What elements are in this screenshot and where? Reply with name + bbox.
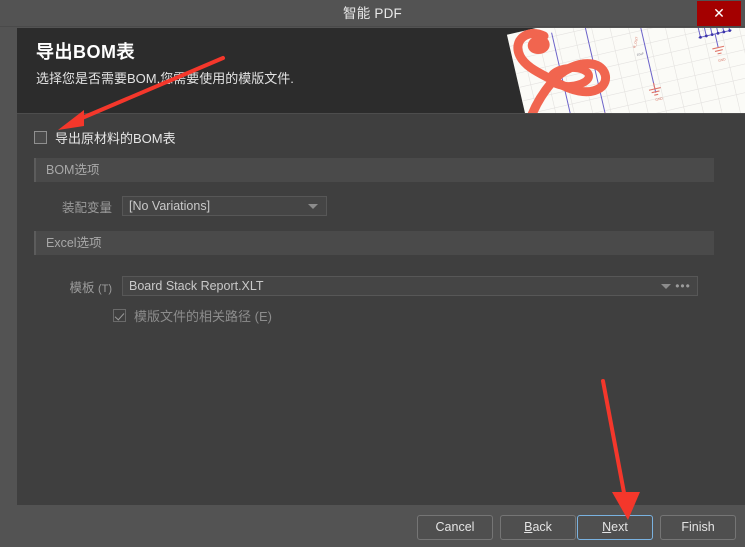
export-bom-checkbox-label: 导出原材料的BOM表 [55, 131, 176, 146]
template-field-label: 模板 (T) [34, 277, 112, 296]
variant-field-label: 装配变量 [61, 200, 112, 215]
checkbox-icon[interactable] [34, 131, 47, 144]
export-bom-checkbox[interactable]: 导出原材料的BOM表 [34, 128, 176, 147]
variant-combo-value: [No Variations] [129, 199, 211, 213]
dialog-footer: Cancel Back Next Finish [0, 505, 745, 547]
smart-pdf-dialog: 智能 PDF ✕ R_OUT GND GND 10uF 导出BOM表 选择您是否… [0, 0, 745, 547]
relative-path-checkbox-label-text: 模版文件的相关路径 [134, 309, 252, 324]
section-header-bom: BOM选项 [34, 158, 714, 182]
chevron-down-icon [308, 204, 318, 209]
template-field-row: 模板 (T) Board Stack Report.XLT ••• [34, 276, 698, 296]
banner-title: 导出BOM表 [36, 42, 135, 62]
back-button-rest: ack [532, 520, 552, 534]
cancel-button[interactable]: Cancel [417, 515, 493, 540]
back-button-label: Back [524, 520, 552, 534]
next-button[interactable]: Next [577, 515, 653, 540]
chevron-down-icon [661, 284, 671, 289]
close-icon: ✕ [713, 5, 725, 21]
back-button[interactable]: Back [500, 515, 576, 540]
close-button[interactable]: ✕ [697, 1, 741, 26]
template-field-mnemonic: (T) [97, 282, 112, 295]
variant-field-row: 装配变量 [No Variations] [34, 196, 327, 216]
next-button-rest: ext [611, 520, 628, 534]
template-field-label-text: 模板 [69, 280, 95, 295]
checkbox-checked-icon[interactable] [113, 309, 126, 322]
banner-subtitle: 选择您是否需要BOM,您需要使用的模版文件. [36, 71, 294, 86]
window-titlebar: 智能 PDF ✕ [0, 0, 745, 27]
wizard-banner: NETLABEL DATA0 DATA1 DATA2 DATA3 DATA4 D… [17, 28, 745, 113]
section-header-excel: Excel选项 [34, 231, 714, 255]
finish-button[interactable]: Finish [660, 515, 736, 540]
banner-text-block: 导出BOM表 选择您是否需要BOM,您需要使用的模版文件. [36, 38, 294, 87]
section-header-excel-label: Excel选项 [46, 236, 102, 250]
cancel-button-label: Cancel [435, 520, 475, 534]
template-combo[interactable]: Board Stack Report.XLT ••• [122, 276, 698, 296]
next-button-label: Next [602, 520, 628, 534]
relative-path-checkbox-mnemonic: (E) [254, 309, 272, 324]
finish-button-label: Finish [681, 520, 715, 534]
variant-combo[interactable]: [No Variations] [122, 196, 327, 216]
wizard-content-panel: 导出原材料的BOM表 BOM选项 装配变量 [No Variations] Ex… [17, 113, 745, 505]
relative-path-checkbox-label: 模版文件的相关路径 (E) [134, 306, 272, 325]
window-title: 智能 PDF [343, 6, 402, 21]
browse-ellipsis-button[interactable]: ••• [673, 277, 693, 295]
relative-path-checkbox[interactable]: 模版文件的相关路径 (E) [113, 306, 272, 325]
template-combo-value: Board Stack Report.XLT [129, 279, 264, 293]
next-button-accel: N [602, 520, 612, 534]
section-header-bom-label: BOM选项 [46, 163, 100, 177]
pdf-schematic-artwork: NETLABEL DATA0 DATA1 DATA2 DATA3 DATA4 D… [500, 28, 745, 113]
